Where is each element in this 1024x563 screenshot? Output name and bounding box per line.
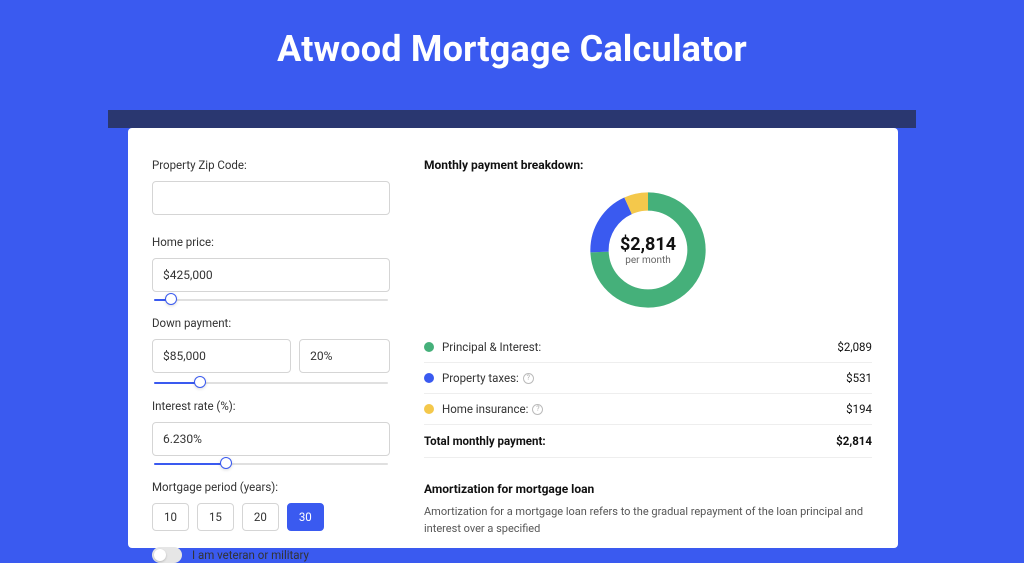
total-row: Total monthly payment: $2,814 [424,425,872,458]
veteran-label: I am veteran or military [192,548,309,562]
zip-field-group: Property Zip Code: [152,158,390,221]
legend-value: $2,089 [837,340,872,354]
down-payment-percent-input[interactable] [299,339,390,373]
donut-chart: $2,814 per month [584,186,712,314]
veteran-toggle[interactable] [152,547,182,563]
period-option-15[interactable]: 15 [197,503,234,531]
calculator-card: Property Zip Code: Home price: Down paym… [128,128,898,548]
home-price-group: Home price: [152,235,390,302]
amortization-text: Amortization for a mortgage loan refers … [424,504,872,537]
breakdown-legend: Principal & Interest:$2,089Property taxe… [424,332,872,425]
page-title: Atwood Mortgage Calculator [0,0,1024,92]
slider-thumb[interactable] [220,457,232,469]
amortization-title: Amortization for mortgage loan [424,482,872,496]
veteran-toggle-row: I am veteran or military [152,547,390,563]
home-price-label: Home price: [152,235,390,249]
legend-value: $531 [846,371,872,385]
home-price-slider[interactable] [152,298,390,302]
slider-thumb[interactable] [165,293,177,305]
legend-label: Principal & Interest: [442,340,837,354]
interest-rate-slider[interactable] [152,462,390,466]
legend-row: Home insurance:?$194 [424,394,872,425]
period-option-10[interactable]: 10 [152,503,189,531]
donut-amount: $2,814 [620,234,676,255]
legend-dot [424,342,434,352]
toggle-knob [154,549,166,561]
period-option-20[interactable]: 20 [242,503,279,531]
legend-row: Property taxes:?$531 [424,363,872,394]
header-backdrop [108,110,916,128]
legend-label: Property taxes:? [442,371,846,385]
interest-rate-input[interactable] [152,422,390,456]
down-payment-label: Down payment: [152,316,390,330]
period-option-30[interactable]: 30 [287,503,324,531]
mortgage-period-label: Mortgage period (years): [152,480,390,494]
legend-label: Home insurance:? [442,402,846,416]
slider-thumb[interactable] [194,376,206,388]
interest-rate-label: Interest rate (%): [152,399,390,413]
donut-chart-wrap: $2,814 per month [424,180,872,328]
legend-dot [424,373,434,383]
home-price-input[interactable] [152,258,390,292]
interest-rate-group: Interest rate (%): [152,399,390,466]
mortgage-period-group: Mortgage period (years): 10 15 20 30 [152,480,390,531]
down-payment-slider[interactable] [152,381,390,385]
form-column: Property Zip Code: Home price: Down paym… [128,128,408,548]
breakdown-title: Monthly payment breakdown: [424,158,872,172]
down-payment-amount-input[interactable] [152,339,291,373]
legend-value: $194 [846,402,872,416]
zip-input[interactable] [152,181,390,215]
amortization-section: Amortization for mortgage loan Amortizat… [424,482,872,537]
zip-label: Property Zip Code: [152,158,390,172]
donut-sub: per month [625,255,671,266]
total-value: $2,814 [836,434,872,448]
total-label: Total monthly payment: [424,434,836,448]
info-icon[interactable]: ? [523,373,534,384]
down-payment-group: Down payment: [152,316,390,385]
donut-center: $2,814 per month [584,186,712,314]
legend-dot [424,404,434,414]
breakdown-column: Monthly payment breakdown: $2,814 per mo… [408,128,898,548]
info-icon[interactable]: ? [532,404,543,415]
legend-row: Principal & Interest:$2,089 [424,332,872,363]
